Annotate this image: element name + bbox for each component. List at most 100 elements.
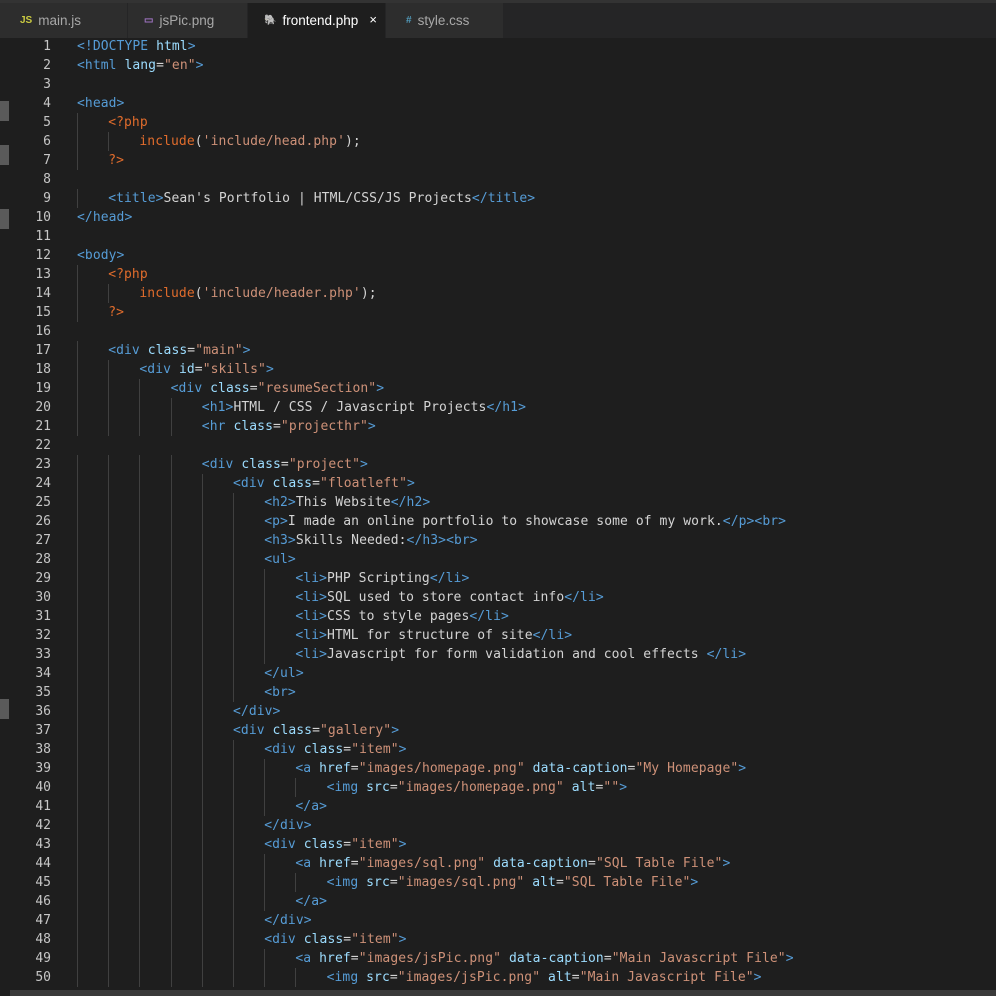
code-token-tag: <img xyxy=(326,970,367,985)
code-line[interactable]: 37 <div class="gallery"> xyxy=(0,721,996,740)
code-token-tag: > xyxy=(391,723,400,738)
code-token-tag: <ul> xyxy=(264,552,296,567)
indent-guide xyxy=(201,949,203,968)
code-line[interactable]: 3 xyxy=(0,75,996,94)
indent-guide xyxy=(108,797,110,816)
code-line[interactable]: 30 <li>SQL used to store contact info</li… xyxy=(0,588,996,607)
indent-guide xyxy=(77,683,78,702)
code-token-php: include xyxy=(139,134,195,149)
indent-guide xyxy=(77,151,78,170)
code-line[interactable]: 41 </a> xyxy=(0,797,996,816)
code-token-tag: > xyxy=(407,476,415,491)
tab-style-css[interactable]: # style.css xyxy=(386,3,504,38)
code-line[interactable]: 8 xyxy=(0,170,996,189)
code-token-tag: > xyxy=(738,761,747,776)
code-line[interactable]: 20 <h1>HTML / CSS / Javascript Projects</… xyxy=(0,398,996,417)
indent-guide xyxy=(170,664,172,683)
indent-guide xyxy=(170,512,172,531)
code-token-txt: = xyxy=(350,856,359,871)
code-line[interactable]: 39 <a href="images/homepage.png" data-cap… xyxy=(0,759,996,778)
code-token-tag: <div xyxy=(170,381,211,396)
indent-guide xyxy=(77,569,78,588)
close-icon[interactable]: × xyxy=(369,12,377,27)
code-line[interactable]: 21 <hr class="projecthr"> xyxy=(0,417,996,436)
code-line[interactable]: 12 <body> xyxy=(0,246,996,265)
code-line[interactable]: 11 xyxy=(0,227,996,246)
code-line[interactable]: 44 <a href="images/sql.png" data-caption=… xyxy=(0,854,996,873)
code-line[interactable]: 25 <h2>This Website</h2> xyxy=(0,493,996,512)
tab-main-js[interactable]: JS main.js xyxy=(0,3,128,38)
code-token-tag: <title> xyxy=(108,191,164,206)
indent-guide xyxy=(77,740,78,759)
code-line[interactable]: 38 <div class="item"> xyxy=(0,740,996,759)
indent-guide xyxy=(77,778,78,797)
code-line[interactable]: 29 <li>PHP Scripting</li> xyxy=(0,569,996,588)
code-line[interactable]: 34 </ul> xyxy=(0,664,996,683)
code-line[interactable]: 14 include('include/header.php'); xyxy=(0,284,996,303)
indent-guide xyxy=(201,892,203,911)
code-line[interactable]: 42 </div> xyxy=(0,816,996,835)
code-text: <img src="images/jsPic.png" alt="Main Ja… xyxy=(327,968,762,987)
tab-frontend-php[interactable]: 🐘 frontend.php × xyxy=(248,3,386,38)
code-line[interactable]: 17 <div class="main"> xyxy=(0,341,996,360)
code-line[interactable]: 2 <html lang="en"> xyxy=(0,56,996,75)
indent-guide xyxy=(170,474,172,493)
code-line[interactable]: 15 ?> xyxy=(0,303,996,322)
code-line[interactable]: 31 <li>CSS to style pages</li> xyxy=(0,607,996,626)
indent-guide xyxy=(233,949,234,968)
code-line[interactable]: 47 </div> xyxy=(0,911,996,930)
code-text: <h3>Skills Needed:</h3><br> xyxy=(264,531,478,550)
glyph-margin xyxy=(0,38,10,996)
code-line[interactable]: 6 include('include/head.php'); xyxy=(0,132,996,151)
code-line[interactable]: 19 <div class="resumeSection"> xyxy=(0,379,996,398)
indent-guide xyxy=(233,835,234,854)
code-line[interactable]: 1 <!DOCTYPE html> xyxy=(0,37,996,56)
code-line[interactable]: 16 xyxy=(0,322,996,341)
code-token-tag: <html xyxy=(77,58,125,73)
indent-guide xyxy=(77,626,78,645)
tab-jsPic-png[interactable]: ▭ jsPic.png xyxy=(128,3,248,38)
indent-guide xyxy=(139,626,141,645)
code-line[interactable]: 9 <title>Sean's Portfolio | HTML/CSS/JS P… xyxy=(0,189,996,208)
code-editor[interactable]: 1 <!DOCTYPE html> 2 <html lang="en"> 3 4 <head… xyxy=(0,37,996,992)
code-text: <?php xyxy=(108,265,148,284)
code-line[interactable]: 5 <?php xyxy=(0,113,996,132)
code-line[interactable]: 26 <p>I made an online portfolio to showc… xyxy=(0,512,996,531)
code-line[interactable]: 10 </head> xyxy=(0,208,996,227)
indent-guide xyxy=(139,968,141,987)
horizontal-scrollbar[interactable] xyxy=(10,990,996,996)
code-text: <div class="project"> xyxy=(202,455,368,474)
code-line[interactable]: 48 <div class="item"> xyxy=(0,930,996,949)
code-token-attr: data-caption xyxy=(508,951,604,966)
indent-guide xyxy=(170,683,172,702)
code-line[interactable]: 27 <h3>Skills Needed:</h3><br> xyxy=(0,531,996,550)
code-line[interactable]: 18 <div id="skills"> xyxy=(0,360,996,379)
code-token-tag: > xyxy=(242,343,251,358)
code-line[interactable]: 28 <ul> xyxy=(0,550,996,569)
indent-guide xyxy=(77,702,78,721)
indent-guide xyxy=(170,645,172,664)
code-line[interactable]: 50 <img src="images/jsPic.png" alt="Main … xyxy=(0,968,996,987)
code-line[interactable]: 40 <img src="images/homepage.png" alt=""> xyxy=(0,778,996,797)
code-line[interactable]: 24 <div class="floatleft"> xyxy=(0,474,996,493)
code-line[interactable]: 13 <?php xyxy=(0,265,996,284)
code-text: ?> xyxy=(108,151,124,170)
code-line[interactable]: 7 ?> xyxy=(0,151,996,170)
code-line[interactable]: 45 <img src="images/sql.png" alt="SQL Tab… xyxy=(0,873,996,892)
code-line[interactable]: 49 <a href="images/jsPic.png" data-captio… xyxy=(0,949,996,968)
indent-guide xyxy=(108,550,110,569)
code-line[interactable]: 35 <br> xyxy=(0,683,996,702)
code-line[interactable]: 43 <div class="item"> xyxy=(0,835,996,854)
code-token-tag: </h1> xyxy=(486,400,526,415)
code-line[interactable]: 22 xyxy=(0,436,996,455)
code-line[interactable]: 32 <li>HTML for structure of site</li> xyxy=(0,626,996,645)
indent-guide xyxy=(201,968,203,987)
code-line[interactable]: 36 </div> xyxy=(0,702,996,721)
code-token-tag: <h2> xyxy=(264,495,296,510)
code-line[interactable]: 46 </a> xyxy=(0,892,996,911)
code-line[interactable]: 23 <div class="project"> xyxy=(0,455,996,474)
code-line[interactable]: 4 <head> xyxy=(0,94,996,113)
code-line[interactable]: 33 <li>Javascript for form validation and… xyxy=(0,645,996,664)
indent-guide xyxy=(201,683,203,702)
